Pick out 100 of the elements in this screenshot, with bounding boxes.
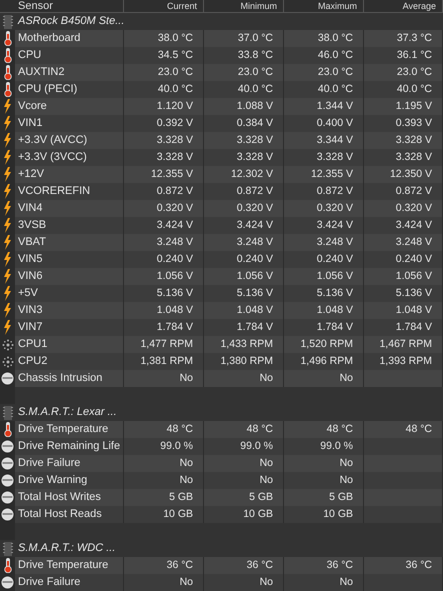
sensor-value: 3.328 V (284, 149, 364, 166)
lightning-icon (3, 286, 12, 301)
sensor-name: CPU2 (15, 353, 124, 370)
sensor-value: 10 GB (124, 506, 204, 523)
sensor-value: 5.136 V (204, 285, 284, 302)
sensor-name: Total Host Reads (15, 506, 124, 523)
chip-icon (2, 14, 12, 28)
sensor-value: 37.0 °C (204, 30, 284, 47)
sensor-name: +3.3V (AVCC) (15, 132, 124, 149)
sensor-name: VIN6 (15, 268, 124, 285)
sensor-value: 46.0 °C (284, 47, 364, 64)
sensor-value: 1.056 V (204, 268, 284, 285)
sensor-value: 0.240 V (204, 251, 284, 268)
sensor-value: 0.393 V (364, 115, 443, 132)
sensor-value: 0.872 V (124, 183, 204, 200)
sensor-value: 1.048 V (124, 302, 204, 319)
fan-icon (2, 338, 14, 350)
lightning-icon (3, 201, 12, 216)
sensor-value: 1,433 RPM (204, 336, 284, 353)
group-header-row[interactable]: ASRock B450M Ste... (0, 13, 443, 30)
sensor-value: No (124, 472, 204, 489)
sensor-name: Drive Failure (15, 455, 124, 472)
sensor-name: Total Host Writes (15, 489, 124, 506)
lightning-icon (3, 303, 12, 318)
sensor-value: 0.392 V (124, 115, 204, 132)
sensor-name: +12V (15, 166, 124, 183)
sensor-value: 3.424 V (124, 217, 204, 234)
sensor-value: 99.0 % (204, 438, 284, 455)
sensor-name: VIN7 (15, 319, 124, 336)
group-header-row[interactable]: S.M.A.R.T.: WDC ... (0, 540, 443, 557)
sensor-name: VIN5 (15, 251, 124, 268)
sensor-value: 1.056 V (124, 268, 204, 285)
sensor-value: 1.784 V (124, 319, 204, 336)
sensor-value: 0.320 V (124, 200, 204, 217)
sensor-value: 99.0 % (124, 438, 204, 455)
sensor-value: No (204, 370, 284, 387)
sensor-value: 0.240 V (284, 251, 364, 268)
thermometer-icon (4, 48, 12, 63)
sensor-value: 36 °C (204, 557, 284, 574)
sensor-value: 0.872 V (204, 183, 284, 200)
sensor-value: 3.328 V (204, 132, 284, 149)
sensor-value: 3.344 V (284, 132, 364, 149)
sensor-value: 1.784 V (284, 319, 364, 336)
sensor-value: 3.248 V (284, 234, 364, 251)
sensor-value: 0.384 V (204, 115, 284, 132)
sensor-name: Chassis Intrusion (15, 370, 124, 387)
group-title: ASRock B450M Ste... (16, 14, 124, 29)
sensor-value: 1,477 RPM (124, 336, 204, 353)
sensor-value: 1.048 V (364, 302, 443, 319)
sensor-value: 48 °C (204, 421, 284, 438)
sensor-name: Drive Temperature (15, 421, 124, 438)
sensor-value: 5 GB (204, 489, 284, 506)
column-header[interactable]: Maximum (284, 0, 364, 12)
sensor-value: 1,467 RPM (364, 336, 443, 353)
sensor-value: 1.048 V (204, 302, 284, 319)
sensor-name: CPU1 (15, 336, 124, 353)
sensor-value: 1.195 V (364, 98, 443, 115)
sensor-value: 3.328 V (204, 149, 284, 166)
sensor-value: 48 °C (124, 421, 204, 438)
sensor-name: Motherboard (15, 30, 124, 47)
sensor-value: 5 GB (124, 489, 204, 506)
column-header[interactable]: Current (124, 0, 204, 12)
sensor-value: 5.136 V (364, 285, 443, 302)
sensor-value: 1,520 RPM (284, 336, 364, 353)
sensor-value: 40.0 °C (364, 81, 443, 98)
lightning-icon (3, 116, 12, 131)
sensor-value: No (204, 574, 284, 591)
sensor-value: 38.0 °C (124, 30, 204, 47)
sensor-value: No (124, 455, 204, 472)
lightning-icon (3, 252, 12, 267)
gauge-icon (1, 457, 14, 470)
group-header-row[interactable]: S.M.A.R.T.: Lexar ... (0, 404, 443, 421)
sensor-value: 1,381 RPM (124, 353, 204, 370)
sensor-name: +5V (15, 285, 124, 302)
sensor-value: 3.424 V (284, 217, 364, 234)
sensor-name: 3VSB (15, 217, 124, 234)
sensor-value: 0.400 V (284, 115, 364, 132)
column-header[interactable]: Average (364, 0, 443, 12)
sensor-value: 48 °C (364, 421, 443, 438)
thermometer-icon (4, 82, 12, 97)
sensor-name: Drive Failure (15, 574, 124, 591)
column-header[interactable]: Sensor (15, 0, 124, 12)
sensor-name: VCOREREFIN (15, 183, 124, 200)
gauge-icon (1, 491, 14, 504)
sensor-value: 99.0 % (284, 438, 364, 455)
sensor-value: 3.424 V (204, 217, 284, 234)
sensor-value: 3.424 V (364, 217, 443, 234)
sensor-value: 1.056 V (364, 268, 443, 285)
sensor-value: No (124, 370, 204, 387)
sensor-name: VIN1 (15, 115, 124, 132)
column-header[interactable]: Minimum (204, 0, 284, 12)
sensor-name: Vcore (15, 98, 124, 115)
sensor-value: 3.248 V (364, 234, 443, 251)
sensor-value: 12.355 V (124, 166, 204, 183)
sensor-value: 36 °C (124, 557, 204, 574)
sensor-value: 1.048 V (284, 302, 364, 319)
sensor-value: 12.302 V (204, 166, 284, 183)
sensor-value: 5 GB (284, 489, 364, 506)
fan-icon (2, 356, 14, 368)
sensor-value: 12.355 V (284, 166, 364, 183)
